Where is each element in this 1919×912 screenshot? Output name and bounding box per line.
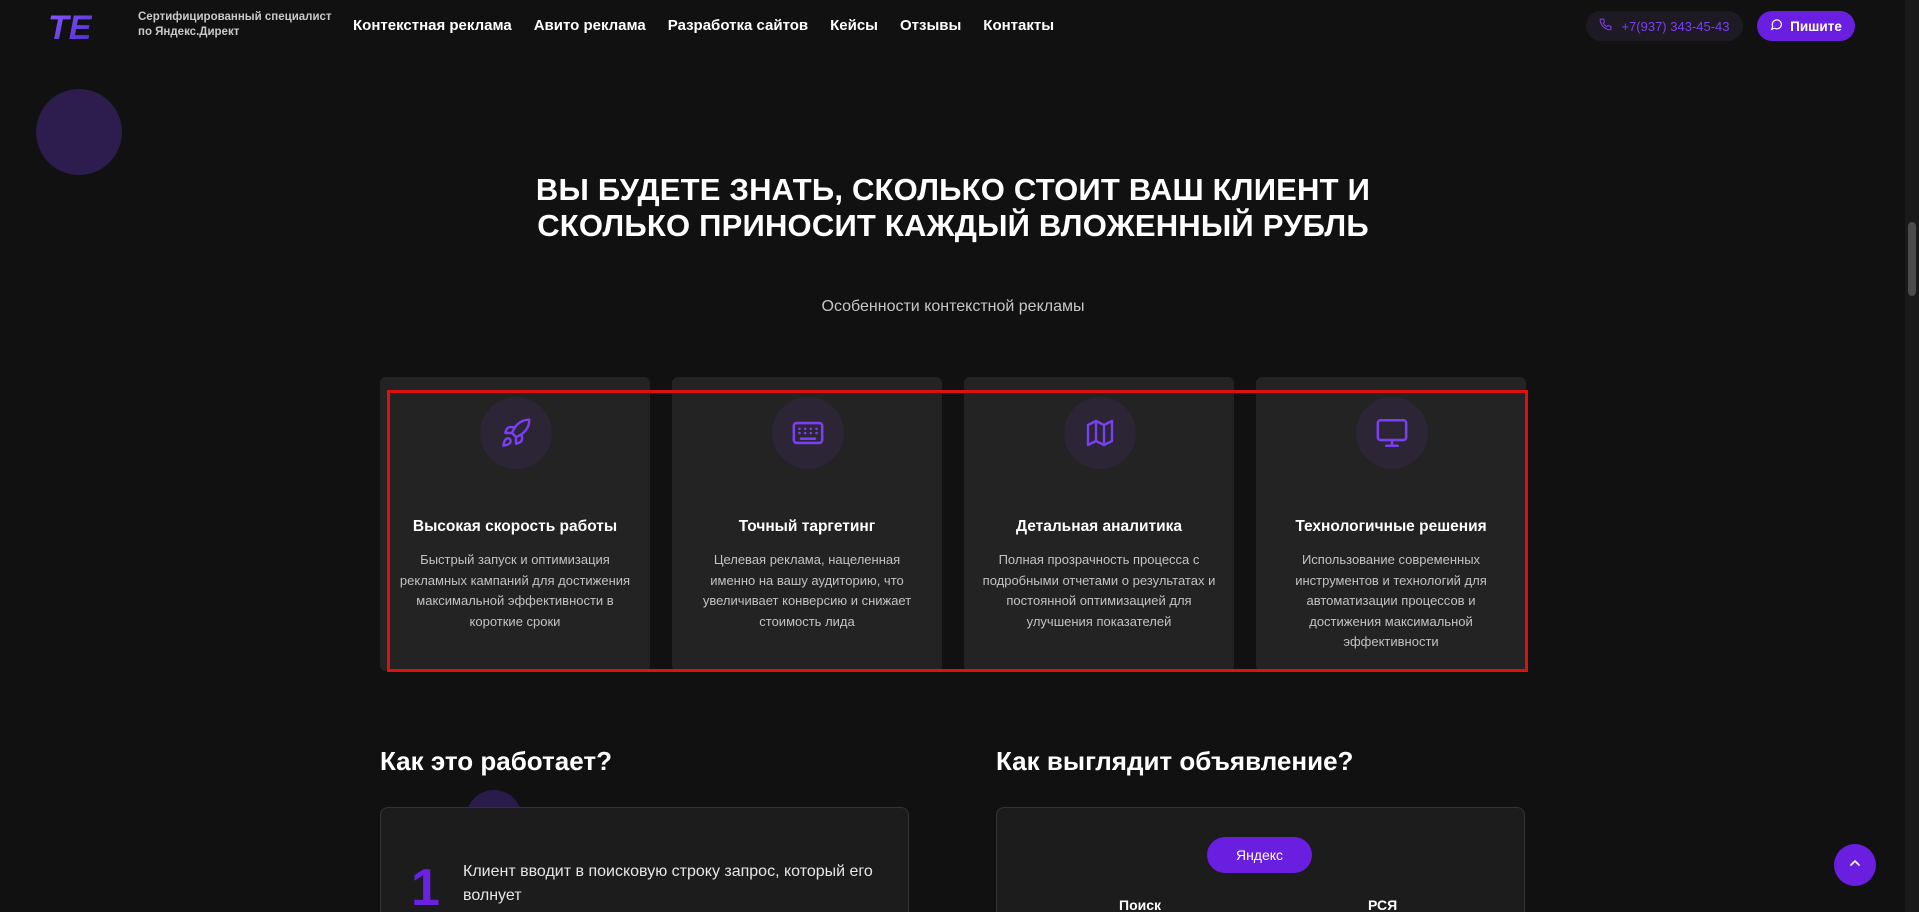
- tab-search[interactable]: Поиск: [1119, 897, 1161, 912]
- section-title: ВЫ БУДЕТЕ ЗНАТЬ, СКОЛЬКО СТОИТ ВАШ КЛИЕН…: [535, 172, 1371, 243]
- tab-rsya[interactable]: РСЯ: [1368, 897, 1397, 912]
- highlight-box: [387, 390, 1528, 672]
- chat-bubble-icon: [1770, 18, 1783, 34]
- decorative-circle: [36, 89, 122, 175]
- nav-link-context-ads[interactable]: Контекстная реклама: [353, 17, 512, 34]
- logo-text: TE: [48, 9, 93, 46]
- step-number: 1: [411, 859, 440, 912]
- how-it-works-heading: Как это работает?: [380, 746, 612, 776]
- phone-number: +7(937) 343-45-43: [1621, 18, 1730, 34]
- phone-icon: [1599, 18, 1612, 34]
- nav-link-cases[interactable]: Кейсы: [830, 17, 878, 34]
- scrollbar-track[interactable]: [1905, 0, 1919, 912]
- site-header: TE Сертифицированный специалист по Яндек…: [0, 0, 1905, 52]
- main-nav: Контекстная реклама Авито реклама Разраб…: [353, 17, 1054, 34]
- ad-preview-heading: Как выглядит объявление?: [996, 746, 1354, 776]
- step-text: Клиент вводит в поисковую строку запрос,…: [463, 863, 873, 904]
- section-subtitle: Особенности контекстной рекламы: [821, 298, 1085, 315]
- ad-preview-panel: Яндекс Поиск РСЯ: [996, 807, 1525, 912]
- how-it-works-panel: 1 Клиент вводит в поисковую строку запро…: [380, 807, 909, 912]
- write-button[interactable]: Пишите: [1757, 11, 1855, 41]
- logo[interactable]: TE: [46, 6, 120, 47]
- nav-link-reviews[interactable]: Отзывы: [900, 17, 961, 34]
- phone-link[interactable]: +7(937) 343-45-43: [1586, 11, 1743, 41]
- nav-link-contacts[interactable]: Контакты: [983, 17, 1054, 34]
- nav-link-avito-ads[interactable]: Авито реклама: [534, 17, 646, 34]
- chevron-up-icon: [1847, 855, 1863, 876]
- logo-tagline: Сертифицированный специалист по Яндекс.Д…: [138, 11, 332, 38]
- scroll-to-top-button[interactable]: [1834, 844, 1876, 886]
- write-button-label: Пишите: [1790, 18, 1842, 34]
- scrollbar-thumb[interactable]: [1908, 222, 1916, 296]
- nav-link-web-dev[interactable]: Разработка сайтов: [668, 17, 808, 34]
- yandex-button[interactable]: Яндекс: [1207, 837, 1312, 873]
